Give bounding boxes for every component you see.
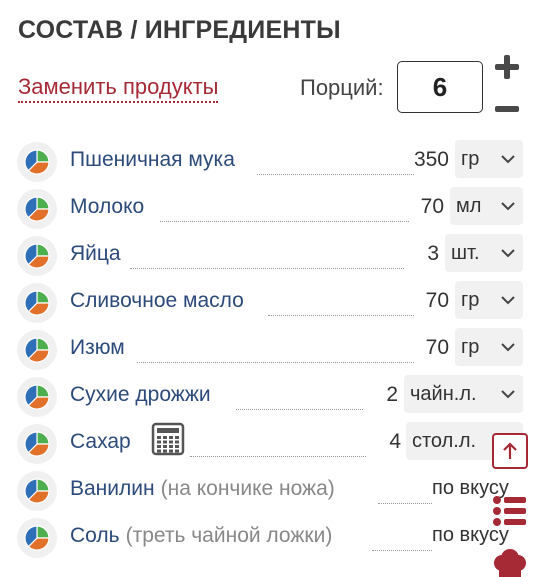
unit-select-value: шт.: [451, 241, 480, 264]
ingredient-row: Сахар 4 стол.л.: [0, 418, 540, 465]
pie-chart-icon: [24, 431, 50, 457]
dotted-leader: [378, 503, 432, 504]
ingredient-name-text: Изюм: [70, 336, 125, 359]
scroll-to-top-button[interactable]: [492, 433, 528, 469]
nutrition-pie-button[interactable]: [17, 377, 57, 417]
ingredient-name-text: Ванилин: [70, 477, 155, 500]
calculator-icon[interactable]: [151, 422, 185, 456]
portions-input[interactable]: [397, 61, 483, 113]
ingredient-row: Пшеничная мука 350 гр: [0, 136, 540, 183]
ingredient-name[interactable]: Сливочное масло: [70, 289, 244, 313]
ingredient-name[interactable]: Сухие дрожжи: [70, 383, 211, 407]
plus-icon: [495, 55, 519, 79]
ingredient-name-text: Сухие дрожжи: [70, 383, 211, 406]
ingredient-name-text: Сахар: [70, 430, 131, 453]
unit-select-value: гр: [461, 288, 480, 311]
pie-chart-icon: [24, 290, 50, 316]
ingredient-note: (треть чайной ложки): [125, 524, 333, 547]
dotted-leader: [137, 362, 414, 363]
ingredient-name-text: Сливочное масло: [70, 289, 244, 312]
pie-chart-icon: [24, 478, 50, 504]
pie-chart-icon: [24, 149, 50, 175]
ingredient-row: Изюм 70 гр: [0, 324, 540, 371]
dotted-leader: [372, 550, 432, 551]
ingredient-row: Яйца 3 шт.: [0, 230, 540, 277]
ingredient-note: (на кончике ножа): [160, 477, 335, 500]
pie-chart-icon: [24, 337, 50, 363]
chevron-down-icon: [501, 390, 515, 399]
page-title: СОСТАВ / ИНГРЕДИЕНТЫ: [18, 16, 341, 44]
dotted-leader: [268, 315, 414, 316]
recipe-contents-button[interactable]: [492, 493, 528, 529]
minus-icon: [495, 106, 519, 112]
ingredient-name[interactable]: Пшеничная мука: [70, 148, 235, 172]
nutrition-pie-button[interactable]: [17, 471, 57, 511]
portions-label: Порций:: [300, 75, 384, 100]
ingredient-quantity: 3: [427, 242, 439, 265]
ingredient-name[interactable]: Соль (треть чайной ложки): [70, 524, 332, 548]
ingredient-quantity: 70: [420, 195, 444, 218]
pie-chart-icon: [24, 196, 50, 222]
nutrition-pie-button[interactable]: [17, 424, 57, 464]
nutrition-pie-button[interactable]: [17, 518, 57, 558]
unit-select-value: гр: [461, 335, 480, 358]
ingredient-name[interactable]: Молоко: [70, 195, 144, 219]
unit-select[interactable]: гр: [455, 140, 523, 178]
dotted-leader: [160, 221, 409, 222]
chevron-down-icon: [501, 296, 515, 305]
dotted-leader: [130, 268, 404, 269]
arrow-up-icon: [503, 442, 517, 459]
ingredient-name-text: Соль: [70, 524, 120, 547]
unit-select-value: стол.л.: [412, 429, 477, 452]
nutrition-pie-button[interactable]: [17, 283, 57, 323]
ingredient-row: Соль (треть чайной ложки) по вкусу: [0, 512, 540, 559]
ingredient-name-text: Молоко: [70, 195, 145, 218]
nutrition-pie-button[interactable]: [17, 330, 57, 370]
pie-chart-icon: [24, 243, 50, 269]
ingredient-quantity: 350: [413, 148, 449, 171]
ingredient-name[interactable]: Яйца: [70, 242, 121, 266]
ingredient-row: Сливочное масло 70 гр: [0, 277, 540, 324]
list-icon: [493, 496, 526, 526]
unit-select[interactable]: мл: [450, 187, 523, 225]
ingredient-row: Молоко 70 мл: [0, 183, 540, 230]
unit-select-value: гр: [461, 147, 480, 170]
nutrition-pie-button[interactable]: [17, 236, 57, 276]
chevron-down-icon: [501, 249, 515, 258]
unit-select-value: мл: [456, 194, 482, 217]
chevron-down-icon: [501, 343, 515, 352]
portions-increase-button[interactable]: [492, 52, 522, 82]
dotted-leader: [257, 174, 414, 175]
chevron-down-icon: [501, 155, 515, 164]
nutrition-pie-button[interactable]: [17, 142, 57, 182]
ingredient-quantity: 70: [425, 289, 449, 312]
ingredient-name-text: Пшеничная мука: [70, 148, 235, 171]
pie-chart-icon: [24, 525, 50, 551]
ingredient-row: Ванилин (на кончике ножа) по вкусу: [0, 465, 540, 512]
ingredient-quantity: 2: [386, 383, 398, 406]
chef-hat-icon: [494, 549, 526, 577]
ingredient-name[interactable]: Ванилин (на кончике ножа): [70, 477, 335, 501]
ingredient-name[interactable]: Сахар: [70, 430, 131, 454]
nutrition-pie-button[interactable]: [17, 189, 57, 229]
unit-select[interactable]: чайн.л.: [404, 375, 523, 413]
pie-chart-icon: [24, 384, 50, 410]
ingredient-name[interactable]: Изюм: [70, 336, 125, 360]
chevron-down-icon: [501, 202, 515, 211]
unit-select[interactable]: гр: [455, 281, 523, 319]
replace-products-link[interactable]: Заменить продукты: [18, 74, 219, 103]
dotted-leader: [190, 456, 366, 457]
unit-select[interactable]: гр: [455, 328, 523, 366]
unit-select[interactable]: шт.: [445, 234, 523, 272]
ingredient-name-text: Яйца: [70, 242, 121, 265]
dotted-leader: [236, 409, 363, 410]
ingredient-row: Сухие дрожжи 2 чайн.л.: [0, 371, 540, 418]
unit-select-value: чайн.л.: [410, 382, 477, 405]
portions-decrease-button[interactable]: [492, 94, 522, 124]
ingredient-quantity: 4: [389, 430, 401, 453]
chef-menu-button[interactable]: [490, 549, 530, 577]
ingredient-quantity: 70: [425, 336, 449, 359]
